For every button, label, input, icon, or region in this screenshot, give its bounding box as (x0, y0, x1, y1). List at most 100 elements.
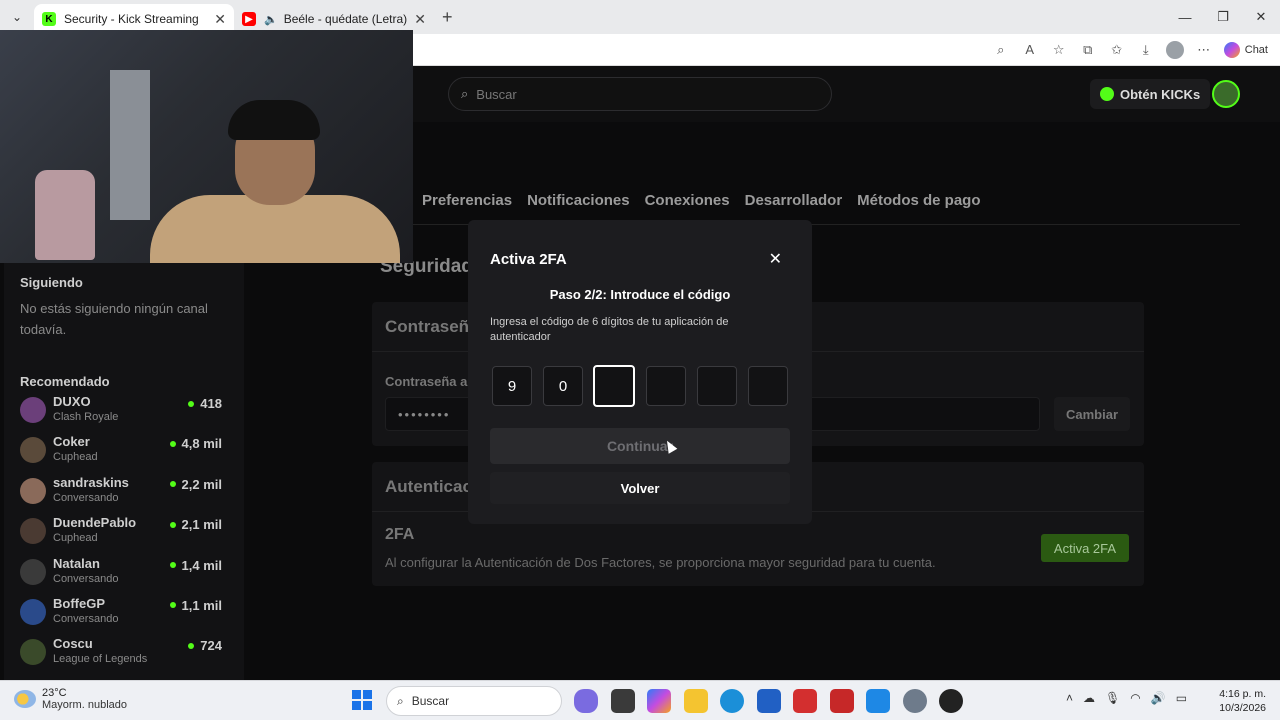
temperature: 23°C (42, 687, 67, 699)
close-tab-icon[interactable]: ✕ (214, 11, 226, 28)
channel-name: BoffeGP (53, 595, 105, 611)
read-aloud-icon[interactable]: A (1018, 38, 1042, 62)
live-dot-icon (188, 400, 195, 407)
live-dot-icon (169, 521, 176, 528)
new-tab-icon[interactable]: + (442, 7, 453, 28)
continue-button[interactable]: Continuar (490, 428, 790, 464)
store-app-icon[interactable] (756, 689, 781, 713)
password-label: Contraseña a (385, 374, 468, 389)
avatar (20, 477, 46, 504)
viewer-count-value: 724 (200, 638, 222, 654)
windows-start-icon[interactable] (352, 690, 372, 710)
otp-digit-6[interactable] (748, 366, 788, 406)
weather-condition: Mayorm. nublado (42, 699, 127, 711)
tab-connections[interactable]: Conexiones (645, 192, 730, 209)
favorite-star-icon[interactable]: ☆ (1047, 38, 1071, 62)
twofa-description: Al configurar la Autenticación de Dos Fa… (385, 555, 936, 570)
weather-icon (14, 690, 36, 708)
tab-developer[interactable]: Desarrollador (745, 192, 843, 209)
viewer-count: 1,4 mil (169, 557, 222, 573)
close-window-icon[interactable]: ✕ (1242, 0, 1280, 34)
user-avatar[interactable] (1212, 80, 1240, 108)
channel-item[interactable]: Coker Cuphead 4,8 mil (20, 434, 236, 474)
letter-l-app-icon[interactable] (793, 689, 817, 713)
zoom-icon[interactable]: ⌕ (989, 38, 1013, 62)
copilot-app-icon[interactable] (647, 689, 671, 713)
webcam-chair (35, 170, 95, 260)
profile-icon[interactable] (1163, 38, 1187, 62)
downloads-icon[interactable]: ⤓ (1134, 38, 1158, 62)
close-icon[interactable]: ✕ (769, 249, 782, 269)
otp-digit-1[interactable]: 9 (492, 366, 532, 406)
clock-date: 10/3/2026 (1219, 702, 1266, 714)
minimize-icon[interactable]: — (1166, 0, 1204, 34)
search-icon: ⌕ (461, 86, 469, 101)
activate-2fa-button[interactable]: Activa 2FA (1041, 534, 1129, 562)
kicks-icon (1100, 87, 1114, 101)
clock-time: 4:16 p. m. (1219, 688, 1266, 700)
extensions-icon[interactable]: ⧉ (1076, 38, 1100, 62)
channel-item[interactable]: DuendePablo Cuphead 2,1 mil (20, 515, 236, 555)
channel-name: DuendePablo (53, 515, 137, 531)
viewer-count-value: 1,1 mil (181, 597, 222, 613)
mcafee-icon[interactable] (829, 689, 854, 713)
more-icon[interactable]: ⋯ (1192, 38, 1216, 62)
viewer-count: 724 (188, 638, 222, 653)
volume-icon[interactable]: 🔊 (1151, 691, 1166, 705)
change-password-button[interactable]: Cambiar (1054, 397, 1130, 431)
webcam-person-hair (228, 100, 320, 140)
favorites-icon[interactable]: ✩ (1105, 38, 1129, 62)
taskbar-search[interactable]: ⌕ Buscar (386, 686, 562, 716)
settings-gear-icon[interactable] (902, 689, 927, 713)
tab-actions-icon[interactable]: ⌄ (0, 0, 34, 34)
otp-digit-5[interactable] (697, 366, 737, 406)
obs-app-icon[interactable] (939, 689, 963, 713)
tab-preferences[interactable]: Preferencias (422, 192, 512, 209)
viewer-count: 2,1 mil (169, 517, 222, 532)
edge-browser-icon[interactable] (720, 689, 744, 713)
channel-category: Conversando (53, 612, 119, 625)
otp-digit-3[interactable] (593, 365, 635, 407)
avatar (20, 639, 46, 666)
channel-category: Conversando (53, 572, 119, 585)
channel-name: Coker (53, 434, 90, 450)
channel-name: Natalan (53, 555, 100, 571)
channel-item[interactable]: Coscu League of Legends 724 (20, 636, 236, 676)
channel-item[interactable]: BoffeGP Conversando 1,1 mil (20, 596, 236, 636)
viewer-count-value: 1,4 mil (181, 557, 222, 573)
channel-category: Cuphead (53, 532, 98, 545)
microphone-icon[interactable]: 🎙 (1105, 691, 1120, 705)
speaker-icon[interactable]: 🔈 (264, 13, 278, 26)
wifi-icon[interactable]: ◠ (1130, 691, 1140, 705)
chevron-up-icon[interactable]: ˄ (1066, 691, 1073, 705)
get-kicks-button[interactable]: Obtén KICKs (1090, 79, 1211, 109)
otp-digit-2[interactable]: 0 (543, 366, 583, 406)
weather-widget[interactable]: 23°C Mayorm. nublado (14, 687, 127, 711)
otp-digit-4[interactable] (646, 366, 686, 406)
restore-icon[interactable]: ❐ (1204, 0, 1242, 34)
following-empty-text: No estás siguiendo ningún canal todavía. (20, 301, 208, 337)
copilot-chat-button[interactable]: Chat (1223, 41, 1268, 58)
channel-item[interactable]: sandraskins Conversando 2,2 mil (20, 475, 236, 515)
back-button[interactable]: Volver (490, 472, 790, 504)
channel-item[interactable]: DUXO Clash Royale 418 (20, 394, 236, 434)
following-heading: Siguiendo (20, 275, 83, 290)
search-input[interactable]: ⌕ Buscar (448, 77, 832, 111)
close-tab-icon[interactable]: ✕ (414, 11, 426, 28)
taskbar-apps (574, 689, 976, 713)
clock[interactable]: 4:16 p. m. 10/3/2026 (1219, 687, 1266, 715)
onedrive-icon[interactable]: ☁ (1083, 691, 1095, 705)
recommended-heading: Recomendado (20, 374, 110, 389)
channel-item[interactable]: Natalan Conversando 1,4 mil (20, 556, 236, 596)
task-view-icon[interactable] (610, 689, 635, 713)
webcam-person-body (150, 195, 400, 263)
tab-payment-methods[interactable]: Métodos de pago (857, 192, 980, 209)
outlook-icon[interactable] (866, 689, 890, 713)
live-dot-icon (169, 440, 176, 447)
file-explorer-icon[interactable] (683, 689, 708, 713)
widgets-app-icon[interactable] (574, 689, 598, 713)
modal-description: Ingresa el código de 6 dígitos de tu apl… (490, 316, 729, 343)
battery-icon[interactable]: ▭ (1176, 691, 1187, 705)
system-tray: ˄ ☁ 🎙 ◠ 🔊 ▭ (1066, 691, 1197, 705)
tab-notifications[interactable]: Notificaciones (527, 192, 630, 209)
